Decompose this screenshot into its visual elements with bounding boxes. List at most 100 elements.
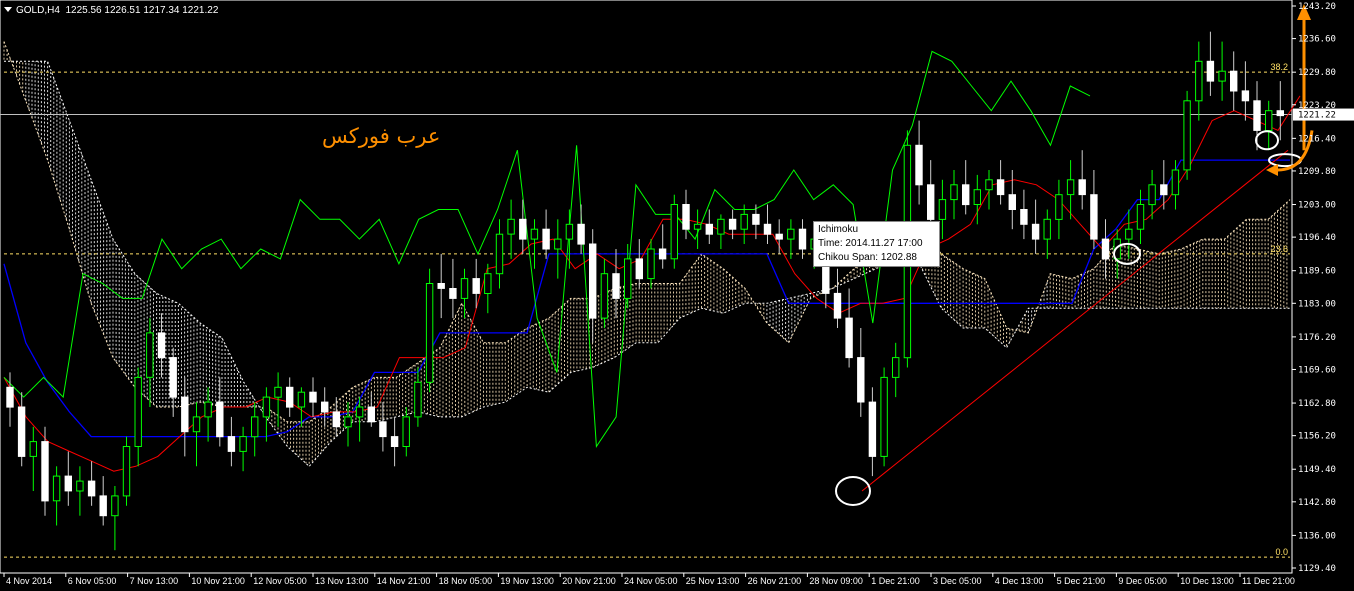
fib-level-label: 38.2: [1270, 62, 1288, 72]
candle-body: [1020, 209, 1028, 225]
x-tick-label: 10 Nov 21:00: [191, 576, 245, 586]
candle-body: [227, 436, 236, 452]
candle-body: [169, 357, 177, 398]
y-tick-label: 1149.40: [1298, 465, 1336, 475]
candle-body: [1148, 184, 1156, 206]
candle-body: [1171, 169, 1180, 196]
candle-body: [624, 258, 632, 299]
candle-body: [519, 218, 527, 240]
candle-body: [1241, 90, 1250, 102]
candle-body: [600, 273, 609, 319]
y-tick-label: 1136.00: [1298, 531, 1336, 541]
x-tick-label: 11 Dec 21:00: [1242, 576, 1295, 586]
candle-body: [973, 189, 981, 205]
y-tick-label: 1196.40: [1298, 233, 1336, 243]
price-chart[interactable]: 38.223.60.0 1243.201236.601229.801223.20…: [0, 0, 1354, 591]
candle-body: [332, 411, 341, 428]
candle-body: [1183, 100, 1191, 171]
candle-body: [507, 218, 515, 235]
ohlc-values: 1225.56 1226.51 1217.34 1221.22: [65, 5, 219, 16]
x-tick-label: 7 Nov 13:00: [130, 576, 179, 586]
fib-level-label: 0.0: [1275, 547, 1288, 557]
candle-body: [321, 401, 329, 413]
candle-body: [472, 278, 480, 294]
tooltip-value: Chikou Span: 1202.88: [818, 252, 917, 263]
x-tick-label: 19 Nov 13:00: [500, 576, 554, 586]
y-tick-label: 1229.80: [1298, 68, 1336, 78]
x-tick-label: 6 Nov 05:00: [68, 576, 117, 586]
candle-body: [495, 233, 504, 275]
x-tick-label: 24 Nov 05:00: [624, 576, 678, 586]
candle-body: [239, 436, 247, 452]
candle-body: [950, 184, 958, 201]
candle-body: [181, 396, 189, 433]
candle-body: [251, 416, 259, 438]
candle-body: [554, 238, 562, 250]
y-tick-label: 1129.40: [1298, 564, 1336, 574]
candle-body: [1230, 70, 1238, 92]
y-tick-label: 1216.40: [1298, 134, 1336, 144]
indicator-tooltip: Ichimoku Time: 2014.11.27 17:00 Chikou S…: [813, 221, 940, 267]
x-tick-label: 5 Dec 21:00: [1057, 576, 1106, 586]
candle-body: [344, 416, 352, 428]
candle-body: [1218, 70, 1226, 82]
candle-body: [52, 475, 61, 502]
x-tick-label: 3 Dec 05:00: [933, 576, 982, 586]
y-tick-label: 1236.60: [1298, 35, 1336, 45]
tooltip-time: Time: 2014.11.27 17:00: [818, 238, 923, 249]
candle-body: [728, 218, 737, 230]
candle-body: [1008, 194, 1016, 210]
candle-body: [612, 273, 620, 299]
y-tick-label: 1169.60: [1298, 365, 1336, 375]
candle-body: [309, 391, 317, 403]
candle-body: [1125, 228, 1133, 240]
candle-body: [717, 218, 725, 235]
candle-body: [530, 228, 539, 240]
candle-body: [449, 288, 457, 299]
candle-body: [6, 386, 14, 408]
candle-body: [146, 332, 154, 378]
candle-body: [1043, 218, 1051, 240]
candle-body: [705, 223, 713, 235]
candle-body: [262, 396, 271, 418]
candle-body: [1206, 60, 1215, 82]
candle-body: [274, 386, 282, 398]
x-tick-label: 1 Dec 21:00: [871, 576, 920, 586]
candle-body: [390, 436, 399, 448]
candle-body: [204, 401, 212, 418]
candle-body: [833, 292, 842, 319]
candle-body: [64, 475, 72, 492]
candle-body: [565, 223, 574, 240]
candle-body: [134, 376, 142, 447]
tooltip-title: Ichimoku: [818, 224, 859, 235]
x-tick-label: 13 Nov 13:00: [315, 576, 369, 586]
x-tick-label: 4 Dec 13:00: [995, 576, 1044, 586]
candle-body: [1265, 110, 1273, 131]
candle-body: [87, 480, 96, 497]
y-tick-label: 1189.60: [1298, 267, 1336, 277]
candle-body: [1066, 179, 1075, 196]
candle-body: [1253, 100, 1261, 131]
candle-body: [658, 248, 667, 260]
y-tick-label: 1176.20: [1298, 333, 1336, 343]
x-tick-label: 25 Nov 13:00: [686, 576, 740, 586]
candle-body: [17, 406, 26, 457]
candle-body: [414, 381, 422, 418]
candle-body: [787, 228, 795, 240]
candle-body: [996, 179, 1005, 196]
y-tick-label: 1162.80: [1298, 399, 1336, 409]
candle-body: [367, 406, 376, 423]
price-axis: 1243.201236.601229.801223.201216.401209.…: [1292, 2, 1354, 574]
candle-body: [868, 401, 877, 457]
candle-body: [763, 223, 772, 235]
candle-body: [1195, 60, 1203, 102]
candle-body: [1136, 204, 1145, 230]
candle-body: [402, 416, 410, 447]
dropdown-triangle-icon[interactable]: [4, 7, 12, 12]
time-axis: 4 Nov 2014 6 Nov 05:00 7 Nov 13:00 10 Nov 2…: [3, 573, 1295, 586]
y-tick-label: 1183.00: [1298, 299, 1336, 309]
candle-body: [589, 243, 597, 319]
candle-body: [1160, 184, 1168, 196]
chart-header: GOLD,H4 1225.56 1226.51 1217.34 1221.22: [4, 5, 218, 16]
candle-body: [798, 228, 807, 250]
